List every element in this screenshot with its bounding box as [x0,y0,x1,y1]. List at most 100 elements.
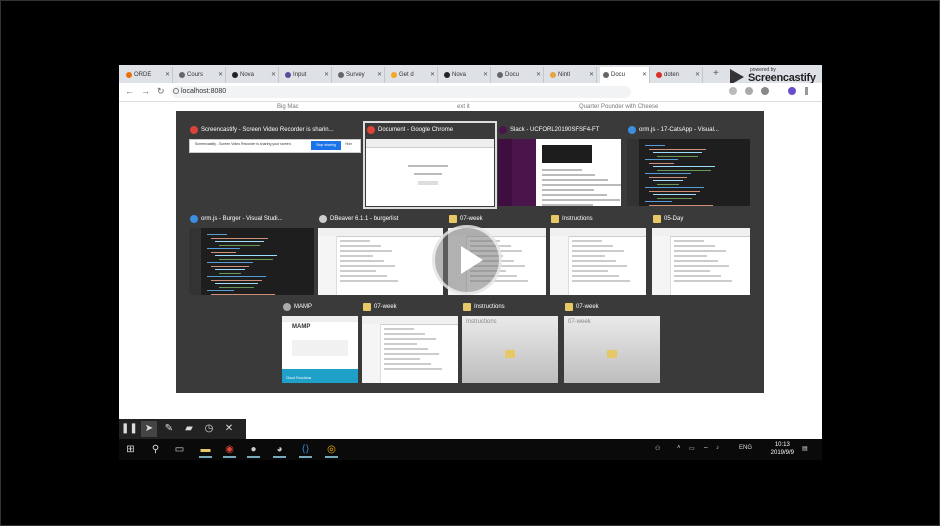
switcher-window[interactable]: Instructions Instructions [462,301,558,383]
tab-close-icon[interactable]: ✕ [430,67,435,83]
chrome-icon [190,126,198,134]
windows-start-icon[interactable]: ⊞ [124,443,137,456]
extension-icon[interactable] [761,87,769,95]
wifi-icon[interactable]: ⌔ [703,445,709,453]
switcher-window[interactable]: 07-week [362,301,458,383]
system-clock[interactable]: 10:13 2019/9/9 [771,441,794,457]
folder-icon [607,350,617,358]
bookmark-star-icon[interactable] [729,87,737,95]
mamp-label: MAMP [292,324,311,330]
tray-chevron-icon[interactable]: ˄ [677,445,681,451]
new-tab-button[interactable]: + [713,67,719,81]
play-icon [461,246,483,274]
search-icon[interactable]: ⚲ [149,443,162,456]
file-explorer-icon[interactable]: ▬ [199,443,212,458]
back-arrow-icon[interactable]: ← [125,86,134,96]
switcher-window[interactable]: Document - Google Chrome [363,121,497,209]
switcher-window[interactable]: Instructions [550,213,646,295]
switcher-window-title: orm.js - 17-CatsApp - Visual... [639,127,719,133]
extension-icon[interactable] [745,87,753,95]
switcher-window[interactable]: DBeaver 6.1.1 - burgerlist [318,213,443,295]
pen-icon[interactable]: ✎ [161,421,177,437]
tab-favicon-icon [232,72,238,78]
tab-favicon-icon [603,72,609,78]
tab-close-icon[interactable]: ✕ [271,67,276,83]
forward-arrow-icon[interactable]: → [141,86,150,96]
tab-close-icon[interactable]: ✕ [536,67,541,83]
task-view-icon[interactable]: ▭ [173,443,186,456]
browser-tab[interactable]: Nova ✕ [229,67,279,83]
vscode-icon[interactable]: ⟨⟩ [299,443,312,458]
reload-icon[interactable]: ↻ [157,86,165,97]
tab-label: Survey [346,72,365,78]
browser-tab[interactable]: Nova ✕ [441,67,491,83]
window-thumbnail [362,316,458,383]
browser-tab[interactable]: doten ✕ [653,67,703,83]
tab-label: Docu [505,72,520,78]
switcher-window-title: 05-Day [664,216,684,222]
tab-favicon-icon [391,72,397,78]
switcher-window-title: Screencastify - Screen Video Recorder is… [201,127,334,133]
eraser-icon[interactable]: ▰ [181,421,197,437]
timer-icon[interactable]: ◷ [201,421,217,437]
window-thumbnail [550,228,646,295]
menu-dots-icon[interactable] [805,87,808,95]
tab-close-icon[interactable]: ✕ [165,67,170,83]
switcher-window[interactable]: 05-Day [652,213,750,295]
dbeaver-icon [319,215,327,223]
address-input[interactable]: localhost:8080 [171,86,631,98]
tab-close-icon[interactable]: ✕ [218,67,223,83]
switcher-window[interactable]: orm.js - 17-CatsApp - Visual... [627,124,750,206]
hide-button[interactable]: Hide [345,142,352,146]
windows-taskbar: ⊞ ⚲ ▭ ▬ ◉ ● ◕ ⟨⟩ ◎ ⚇ ˄ ▭ ⌔ ♪ ENG 10:13 2… [119,439,822,460]
dbeaver-icon[interactable]: ◕ [273,443,286,458]
tab-close-icon[interactable]: ✕ [642,67,647,83]
site-info-icon[interactable] [173,88,179,94]
browser-tab[interactable]: Nintl ✕ [547,67,597,83]
chrome-canary-icon[interactable]: ◎ [325,443,338,458]
browser-tab[interactable]: Docu ✕ [494,67,544,83]
browser-tab[interactable]: ORDE ✕ [123,67,173,83]
browser-tab[interactable]: Get d ✕ [388,67,438,83]
tab-favicon-icon [338,72,344,78]
tab-close-icon[interactable]: ✕ [483,67,488,83]
notifications-icon[interactable]: ▤ [802,445,808,452]
switcher-window-title: Instructions [562,216,593,222]
chrome-icon[interactable]: ◉ [223,443,236,458]
folder-icon [653,215,661,223]
close-icon[interactable]: ✕ [221,421,237,437]
people-icon[interactable]: ⚇ [655,445,660,452]
cursor-icon[interactable]: ➤ [141,421,157,437]
volume-icon[interactable]: ♪ [716,445,719,451]
tab-label: Cours [187,72,204,78]
tab-close-icon[interactable]: ✕ [377,67,382,83]
window-thumbnail: MAMP Cloud Functions [282,316,358,383]
browser-tab[interactable]: Survey ✕ [335,67,385,83]
switcher-window[interactable]: MAMP MAMP Cloud Functions [282,301,358,383]
stop-sharing-button[interactable]: Stop sharing [311,141,341,150]
banner-text: Screencastify - Screen Video Recorder is… [195,142,292,146]
browser-tab[interactable]: Cours ✕ [176,67,226,83]
switcher-window-title: DBeaver 6.1.1 - burgerlist [330,216,399,222]
tab-close-icon[interactable]: ✕ [589,67,594,83]
language-indicator[interactable]: ENG [739,445,752,451]
media-icon[interactable]: ● [247,443,260,458]
tab-favicon-icon [126,72,132,78]
network-icon[interactable]: ▭ [689,445,695,452]
play-button[interactable] [432,225,502,295]
switcher-window[interactable]: orm.js - Burger - Visual Studi... [189,213,314,295]
profile-avatar[interactable] [788,87,796,95]
switcher-window-title: 07-week [576,304,599,310]
switcher-window[interactable]: Slack - UCFORL20190SFSF4-FT [498,124,621,206]
switcher-window[interactable]: 07-week 07-week [564,301,660,383]
recorder-toolbar: ❚❚ ➤ ✎ ▰ ◷ ✕ [119,419,246,439]
switcher-window[interactable]: Screencastify - Screen Video Recorder is… [189,124,361,206]
pause-icon[interactable]: ❚❚ [121,421,138,437]
folder-icon [363,303,371,311]
minimized-window-label: 07-week [568,319,591,325]
switcher-window-title: Slack - UCFORL20190SFSF4-FT [510,127,600,133]
browser-tab[interactable]: Input ✕ [282,67,332,83]
tab-close-icon[interactable]: ✕ [695,67,700,83]
browser-tab[interactable]: Docu ✕ [600,67,650,83]
tab-close-icon[interactable]: ✕ [324,67,329,83]
